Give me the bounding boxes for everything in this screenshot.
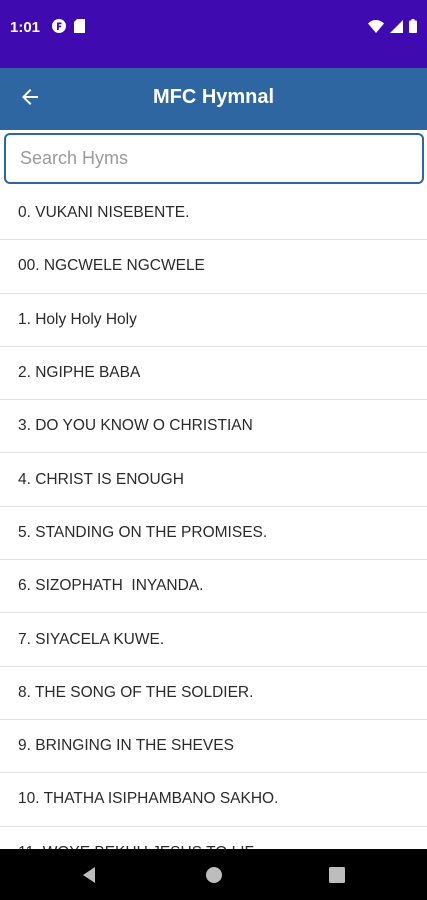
list-item[interactable]: 1. Holy Holy Holy bbox=[0, 294, 427, 347]
search-input[interactable] bbox=[6, 135, 422, 182]
hymn-list: 0. VUKANI NISEBENTE. 00. NGCWELE NGCWELE… bbox=[0, 187, 427, 849]
list-item[interactable]: 11. WOYE BEKHU JESUS TO LIF bbox=[0, 827, 427, 849]
list-item[interactable]: 6. SIZOPHATH INYANDA. bbox=[0, 560, 427, 614]
list-item[interactable]: 5. STANDING ON THE PROMISES. bbox=[0, 507, 427, 561]
list-item[interactable]: 4. CHRIST IS ENOUGH bbox=[0, 453, 427, 507]
status-time: 1:01 bbox=[10, 19, 41, 36]
sd-card-icon bbox=[74, 19, 85, 38]
list-item[interactable]: 00. NGCWELE NGCWELE bbox=[0, 240, 427, 294]
nav-recent-apps-icon[interactable] bbox=[325, 863, 349, 887]
list-item[interactable]: 0. VUKANI NISEBENTE. bbox=[0, 187, 427, 241]
nav-back-icon[interactable] bbox=[78, 863, 102, 887]
system-nav-bar bbox=[0, 849, 427, 900]
list-item[interactable]: 3. DO YOU KNOW O CHRISTIAN bbox=[0, 400, 427, 454]
list-item[interactable]: 7. SIYACELA KUWE. bbox=[0, 613, 427, 667]
list-item[interactable]: 2. NGIPHE BABA bbox=[0, 347, 427, 401]
page-title: MFC Hymnal bbox=[152, 86, 275, 108]
status-right-icons bbox=[368, 19, 417, 38]
status-left-icons bbox=[52, 19, 85, 38]
signal-icon bbox=[390, 19, 403, 38]
status-bar: 1:01 bbox=[0, 0, 427, 68]
list-item[interactable]: 8. THE SONG OF THE SOLDIER. bbox=[0, 667, 427, 720]
battery-icon bbox=[409, 19, 417, 38]
nav-home-icon[interactable] bbox=[202, 863, 226, 887]
list-item[interactable]: 9. BRINGING IN THE SHEVES bbox=[0, 720, 427, 774]
wifi-icon bbox=[368, 19, 384, 38]
notification-f-icon bbox=[52, 19, 66, 38]
app-bar: MFC Hymnal bbox=[0, 68, 427, 130]
list-item[interactable]: 10. THATHA ISIPHAMBANO SAKHO. bbox=[0, 773, 427, 827]
search-box bbox=[4, 133, 424, 184]
